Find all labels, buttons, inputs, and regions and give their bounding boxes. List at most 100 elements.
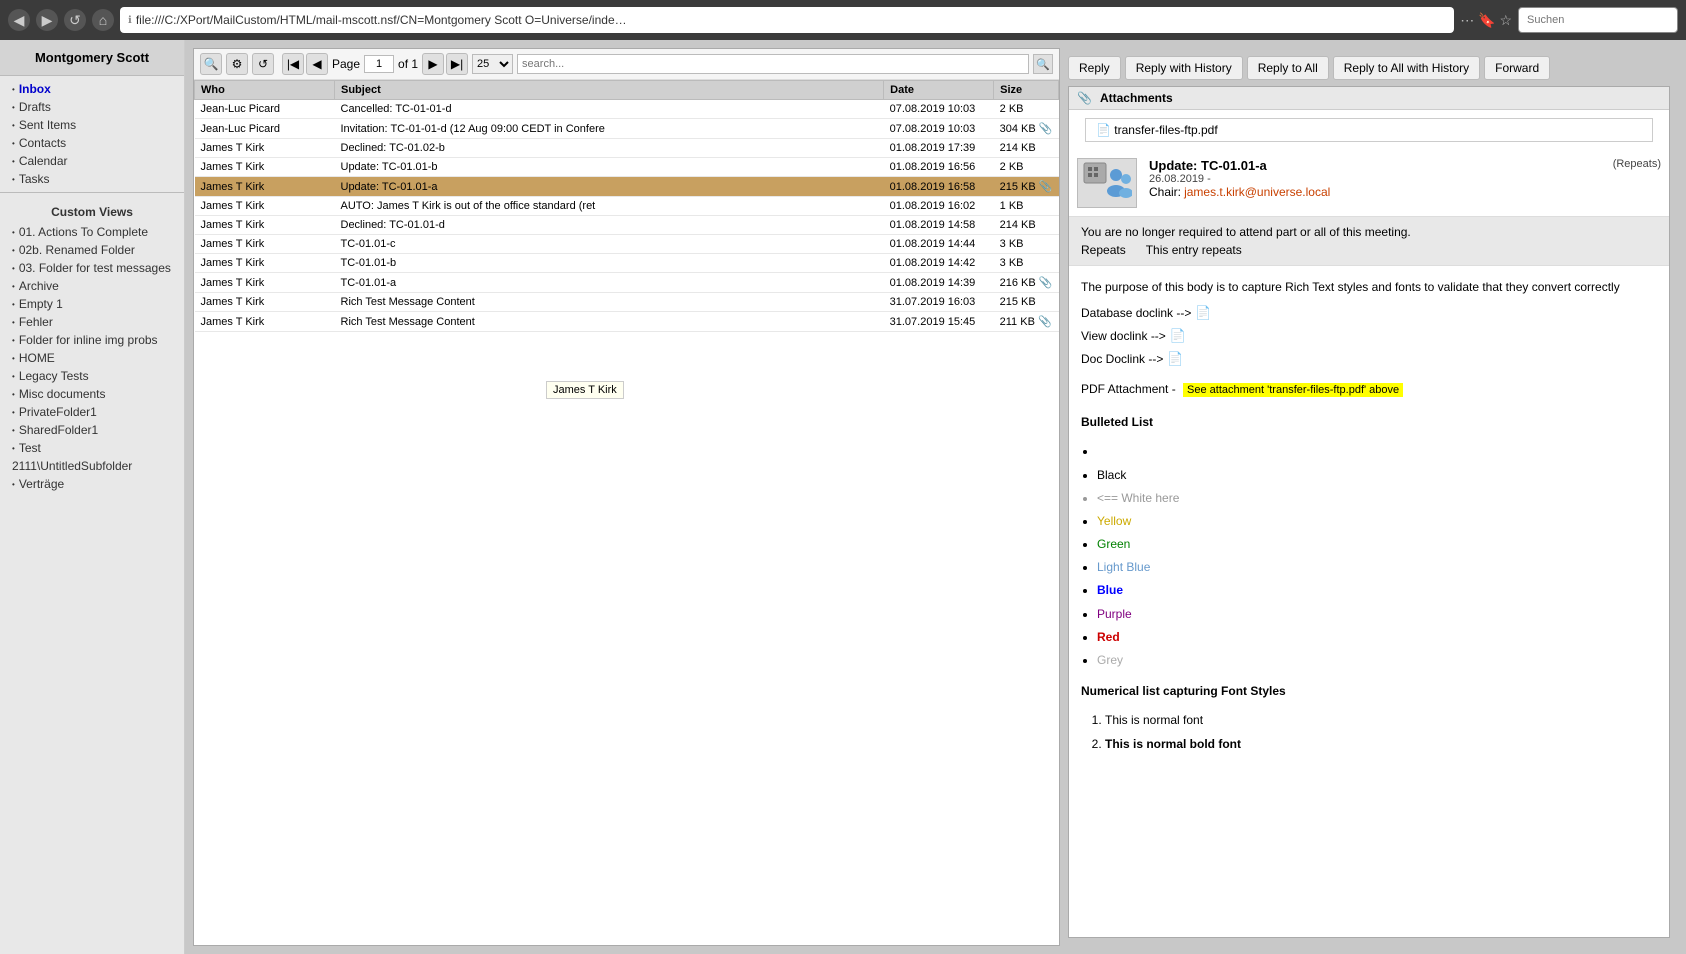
list-item-text: Blue <box>1097 583 1123 597</box>
table-row[interactable]: James T KirkAUTO: James T Kirk is out of… <box>195 197 1059 216</box>
bullet-icon: • <box>12 354 15 363</box>
table-row[interactable]: James T KirkUpdate: TC-01.01-a01.08.2019… <box>195 177 1059 197</box>
sidebar-item-contacts[interactable]: • Contacts <box>0 134 184 152</box>
cell-who: James T Kirk <box>195 235 335 254</box>
reply-with-history-button[interactable]: Reply with History <box>1125 56 1243 80</box>
bullet-icon: • <box>12 246 15 255</box>
numerical-list-label: Numerical list capturing Font Styles <box>1081 682 1657 701</box>
attachment-icon: 📎 <box>1035 316 1052 328</box>
meeting-chair-email[interactable]: james.t.kirk@universe.local <box>1184 185 1330 199</box>
forward-button[interactable]: Forward <box>1484 56 1550 80</box>
sidebar-item-label: Test <box>19 441 41 455</box>
reload-button[interactable]: ↺ <box>64 9 86 31</box>
search-input[interactable] <box>517 54 1029 74</box>
sidebar-item-inbox[interactable]: • Inbox <box>0 80 184 98</box>
sidebar-item-inline-img[interactable]: • Folder for inline img probs <box>0 331 184 349</box>
cell-date: 01.08.2019 14:44 <box>884 235 994 254</box>
search-submit-button[interactable]: 🔍 <box>1033 54 1053 74</box>
sidebar-item-label: SharedFolder1 <box>19 423 98 437</box>
forward-button[interactable]: ▶ <box>36 9 58 31</box>
address-bar[interactable]: ℹ file:///C:/XPort/MailCustom/HTML/mail-… <box>120 7 1454 33</box>
table-row[interactable]: James T KirkRich Test Message Content31.… <box>195 312 1059 332</box>
doclink3-icon[interactable]: 📄 <box>1167 349 1183 370</box>
refresh-button[interactable]: ↺ <box>252 53 274 75</box>
cell-who: James T Kirk <box>195 273 335 293</box>
last-page-button[interactable]: ▶| <box>446 53 468 75</box>
sidebar: Montgomery Scott • Inbox • Drafts • Sent… <box>0 40 185 954</box>
sidebar-item-tasks[interactable]: • Tasks <box>0 170 184 188</box>
cell-date: 01.08.2019 14:39 <box>884 273 994 293</box>
browser-search-input[interactable] <box>1518 7 1678 33</box>
sidebar-item-misc[interactable]: • Misc documents <box>0 385 184 403</box>
sidebar-item-shared[interactable]: • SharedFolder1 <box>0 421 184 439</box>
attachment-file[interactable]: 📄 transfer-files-ftp.pdf <box>1085 118 1653 142</box>
cell-who: James T Kirk <box>195 312 335 332</box>
cell-date: 01.08.2019 14:42 <box>884 254 994 273</box>
next-page-button[interactable]: ▶ <box>422 53 444 75</box>
col-header-who[interactable]: Who <box>195 81 335 100</box>
sidebar-item-test-messages[interactable]: • 03. Folder for test messages <box>0 259 184 277</box>
col-header-date[interactable]: Date <box>884 81 994 100</box>
notice-box: You are no longer required to attend par… <box>1069 217 1669 266</box>
cell-subject: Invitation: TC-01-01-d (12 Aug 09:00 CED… <box>335 119 884 139</box>
back-button[interactable]: ◀ <box>8 9 30 31</box>
list-item: Green <box>1097 533 1657 556</box>
sidebar-item-legacy[interactable]: • Legacy Tests <box>0 367 184 385</box>
sidebar-item-calendar[interactable]: • Calendar <box>0 152 184 170</box>
sidebar-item-untitled[interactable]: 2111\UntitledSubfolder <box>0 457 184 475</box>
doclink1-icon[interactable]: 📄 <box>1195 303 1211 324</box>
table-row[interactable]: Jean-Luc PicardInvitation: TC-01-01-d (1… <box>195 119 1059 139</box>
table-row[interactable]: James T KirkTC-01.01-c01.08.2019 14:443 … <box>195 235 1059 254</box>
sidebar-item-vertrage[interactable]: • Verträge <box>0 475 184 493</box>
table-row[interactable]: James T KirkTC-01.01-b01.08.2019 14:423 … <box>195 254 1059 273</box>
cell-subject: Update: TC-01.01-b <box>335 158 884 177</box>
attachments-label: Attachments <box>1100 91 1173 105</box>
table-row[interactable]: James T KirkRich Test Message Content31.… <box>195 293 1059 312</box>
filter-button[interactable]: ⚙ <box>226 53 248 75</box>
attachments-bar: 📎 Attachments <box>1069 87 1669 110</box>
cell-subject: Declined: TC-01.02-b <box>335 139 884 158</box>
notice-text: You are no longer required to attend par… <box>1081 225 1411 239</box>
doclink1-row: Database doclink --> 📄 <box>1081 303 1657 324</box>
bullet-icon: • <box>12 157 15 166</box>
sidebar-item-test[interactable]: • Test <box>0 439 184 457</box>
page-input[interactable] <box>364 55 394 73</box>
prev-page-button[interactable]: ◀ <box>306 53 328 75</box>
reply-to-all-button[interactable]: Reply to All <box>1247 56 1329 80</box>
attachment-icon: 📎 <box>1036 181 1053 193</box>
cell-subject: TC-01.01-c <box>335 235 884 254</box>
table-row[interactable]: James T KirkDeclined: TC-01.02-b01.08.20… <box>195 139 1059 158</box>
sidebar-item-drafts[interactable]: • Drafts <box>0 98 184 116</box>
meeting-chair-label: Chair: <box>1149 185 1181 199</box>
table-row[interactable]: James T KirkTC-01.01-a01.08.2019 14:3921… <box>195 273 1059 293</box>
pdf-attachment-link[interactable]: See attachment 'transfer-files-ftp.pdf' … <box>1183 383 1403 397</box>
search-toggle-button[interactable]: 🔍 <box>200 53 222 75</box>
sidebar-item-actions[interactable]: • 01. Actions To Complete <box>0 223 184 241</box>
bullet-icon: • <box>12 103 15 112</box>
doclink2-icon[interactable]: 📄 <box>1170 326 1186 347</box>
per-page-select[interactable]: 25 50 100 <box>472 54 513 74</box>
reply-to-all-with-history-button[interactable]: Reply to All with History <box>1333 56 1480 80</box>
table-row[interactable]: James T KirkDeclined: TC-01.01-d01.08.20… <box>195 216 1059 235</box>
list-item: This is normal font <box>1105 709 1657 732</box>
pagination: |◀ ◀ Page of 1 ▶ ▶| <box>282 53 468 75</box>
sidebar-item-sent[interactable]: • Sent Items <box>0 116 184 134</box>
sidebar-item-label: Legacy Tests <box>19 369 89 383</box>
home-button[interactable]: ⌂ <box>92 9 114 31</box>
first-page-button[interactable]: |◀ <box>282 53 304 75</box>
reply-button[interactable]: Reply <box>1068 56 1121 80</box>
col-header-size[interactable]: Size <box>994 81 1059 100</box>
sidebar-item-empty1[interactable]: • Empty 1 <box>0 295 184 313</box>
bulleted-list: Black <== White here Yellow Green Light … <box>1097 440 1657 672</box>
sidebar-item-archive[interactable]: • Archive <box>0 277 184 295</box>
email-body: The purpose of this body is to capture R… <box>1069 266 1669 776</box>
col-header-subject[interactable]: Subject <box>335 81 884 100</box>
sidebar-item-renamed[interactable]: • 02b. Renamed Folder <box>0 241 184 259</box>
table-row[interactable]: Jean-Luc PicardCancelled: TC-01-01-d07.0… <box>195 100 1059 119</box>
sidebar-item-home[interactable]: • HOME <box>0 349 184 367</box>
table-row[interactable]: James T KirkUpdate: TC-01.01-b01.08.2019… <box>195 158 1059 177</box>
sidebar-item-private[interactable]: • PrivateFolder1 <box>0 403 184 421</box>
sidebar-item-label: Drafts <box>19 100 51 114</box>
sidebar-item-fehler[interactable]: • Fehler <box>0 313 184 331</box>
bullet-icon: • <box>12 372 15 381</box>
